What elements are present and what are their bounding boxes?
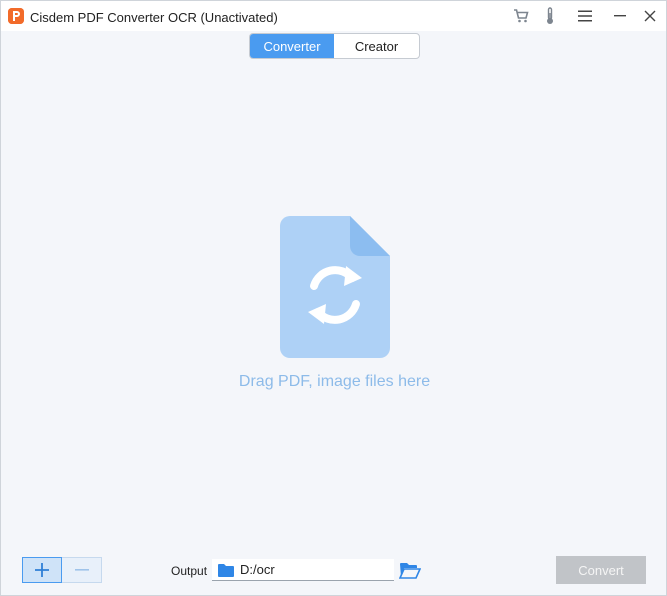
file-drop-zone[interactable]: Drag PDF, image files here (2, 61, 665, 541)
remove-files-button[interactable] (62, 557, 102, 583)
tab-converter[interactable]: Converter (250, 34, 334, 58)
folder-icon (218, 563, 234, 577)
convert-button[interactable]: Convert (556, 556, 646, 584)
output-path-value: D:/ocr (240, 562, 275, 577)
cart-button[interactable] (510, 6, 532, 26)
mode-tabs: Converter Creator (249, 33, 420, 59)
cart-icon (514, 9, 529, 23)
output-label: Output (171, 564, 208, 578)
menu-button[interactable] (574, 6, 596, 26)
add-files-button[interactable] (22, 557, 62, 583)
window-title: Cisdem PDF Converter OCR (Unactivated) (30, 10, 278, 25)
plus-icon (35, 563, 49, 577)
app-logo-icon (8, 8, 24, 24)
output-path-field[interactable]: D:/ocr (212, 559, 394, 581)
bottom-bar: Output D:/ocr Convert (1, 542, 666, 595)
minus-icon (74, 569, 89, 571)
close-icon (644, 10, 656, 22)
close-button[interactable] (639, 6, 661, 26)
title-bar: Cisdem PDF Converter OCR (Unactivated) (1, 1, 666, 31)
document-sync-icon (280, 216, 390, 358)
minimize-button[interactable] (609, 6, 631, 26)
thermometer-button[interactable] (539, 6, 561, 26)
thermometer-icon (547, 7, 553, 24)
browse-folder-button[interactable] (398, 561, 422, 581)
open-folder-icon (398, 563, 422, 579)
app-window: Cisdem PDF Converter OCR (Unactivated) C… (0, 0, 667, 596)
drop-hint-text: Drag PDF, image files here (238, 373, 431, 390)
tab-creator[interactable]: Creator (334, 34, 419, 58)
hamburger-menu-icon (578, 10, 592, 22)
minimize-icon (614, 15, 626, 17)
